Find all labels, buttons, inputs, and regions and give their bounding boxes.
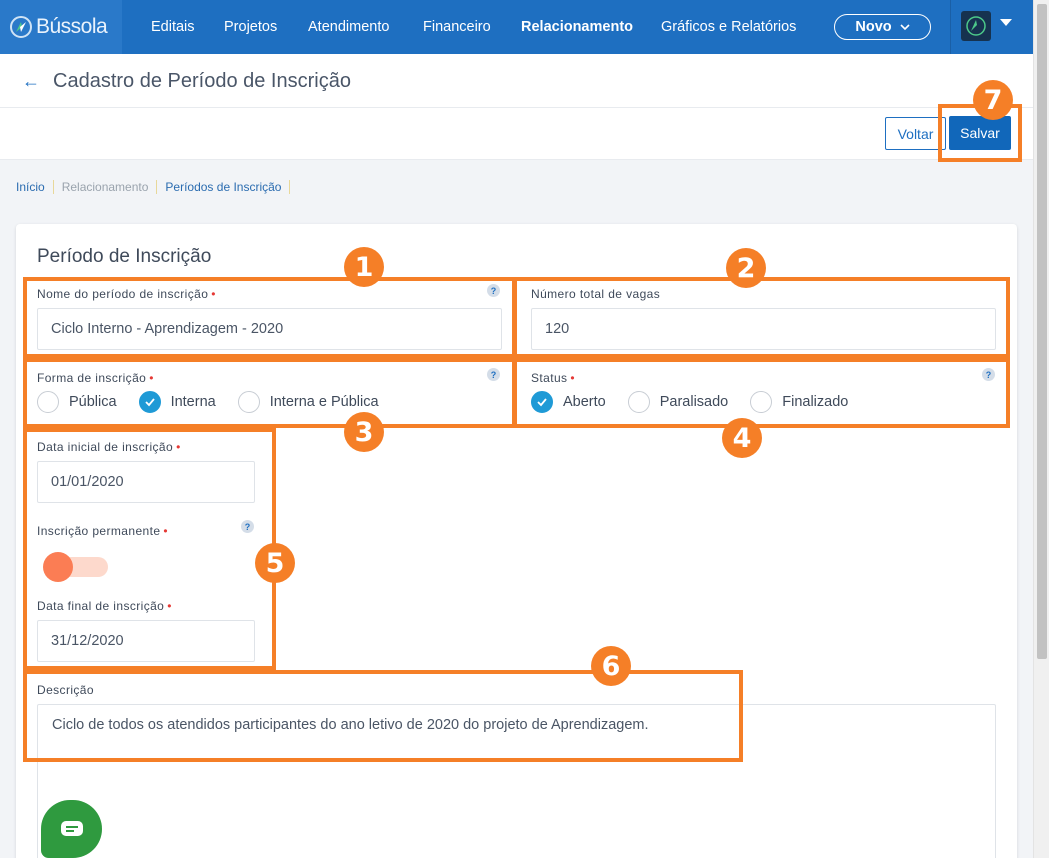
page-title: Cadastro de Período de Inscrição	[53, 70, 351, 92]
caret-down-icon[interactable]	[1000, 19, 1012, 26]
descricao-textarea[interactable]: Ciclo de todos os atendidos participante…	[37, 704, 996, 858]
forma-radio-group: Pública Interna Interna e Pública	[37, 391, 401, 413]
data-final-input[interactable]: 31/12/2020	[37, 620, 255, 662]
help-icon[interactable]: ?	[487, 368, 500, 381]
compass-icon	[966, 16, 986, 36]
radio-paralisado[interactable]	[627, 391, 650, 413]
annotation-badge-5: 5	[255, 543, 295, 583]
brand-name: Bússola	[36, 15, 108, 38]
nav-financeiro[interactable]: Financeiro	[423, 0, 491, 54]
data-inicial-input[interactable]: 01/01/2020	[37, 461, 255, 503]
permanente-label: Inscrição permanente •	[37, 524, 169, 538]
vagas-label: Número total de vagas	[531, 287, 661, 301]
chat-icon	[60, 821, 83, 836]
nav-divider	[950, 0, 951, 54]
card-title: Período de Inscrição	[37, 246, 212, 267]
novo-button[interactable]: Novo	[834, 14, 931, 40]
page-header: ← Cadastro de Período de Inscrição	[0, 54, 1033, 108]
avatar[interactable]	[961, 11, 991, 41]
radio-aberto-label: Aberto	[563, 394, 606, 410]
annotation-badge-3: 3	[344, 412, 384, 452]
radio-interna-publica[interactable]	[237, 391, 260, 413]
help-icon[interactable]: ?	[487, 284, 500, 297]
nome-label: Nome do período de inscrição •	[37, 287, 216, 301]
back-arrow-icon[interactable]: ←	[22, 71, 40, 92]
nav-projetos[interactable]: Projetos	[224, 0, 277, 54]
radio-interna-label: Interna	[170, 394, 216, 410]
radio-aberto[interactable]	[531, 391, 553, 413]
radio-interna[interactable]	[138, 391, 161, 413]
annotation-badge-7: 7	[973, 80, 1013, 120]
nav-atendimento[interactable]: Atendimento	[308, 0, 389, 54]
status-radio-group: Aberto Paralisado Finalizado	[531, 391, 870, 413]
annotation-badge-4: 4	[722, 418, 762, 458]
scrollbar[interactable]	[1033, 0, 1049, 858]
annotation-badge-2: 2	[726, 248, 766, 288]
nome-input[interactable]: Ciclo Interno - Aprendizagem - 2020	[37, 308, 502, 350]
novo-label: Novo	[855, 19, 892, 35]
check-icon	[537, 398, 547, 407]
breadcrumb-inicio[interactable]: Início	[16, 180, 54, 194]
toggle-knob[interactable]	[43, 552, 73, 582]
salvar-button[interactable]: Salvar	[949, 116, 1011, 150]
nav-relacionamento[interactable]: Relacionamento	[521, 0, 633, 54]
voltar-button[interactable]: Voltar	[885, 117, 946, 150]
chat-button[interactable]	[41, 800, 102, 858]
radio-publica-label: Pública	[69, 394, 117, 410]
vagas-input[interactable]: 120	[531, 308, 996, 350]
radio-interna-publica-label: Interna e Pública	[269, 394, 379, 410]
annotation-badge-6: 6	[591, 646, 631, 686]
breadcrumb-relacionamento[interactable]: Relacionamento	[62, 180, 158, 194]
nav-editais[interactable]: Editais	[151, 0, 195, 54]
forma-label: Forma de inscrição •	[37, 371, 154, 385]
data-inicial-label: Data inicial de inscrição •	[37, 440, 181, 454]
breadcrumb-periodos[interactable]: Períodos de Inscrição	[165, 180, 291, 194]
help-icon[interactable]: ?	[982, 368, 995, 381]
data-final-label: Data final de inscrição •	[37, 599, 172, 613]
chevron-down-icon	[900, 23, 910, 30]
action-bar	[0, 108, 1033, 160]
radio-finalizado-label: Finalizado	[782, 394, 849, 410]
nav-graficos-relatorios[interactable]: Gráficos e Relatórios	[661, 0, 796, 54]
radio-finalizado[interactable]	[750, 391, 773, 413]
top-navbar: Bússola Editais Projetos Atendimento Fin…	[0, 0, 1033, 54]
brand-logo-link[interactable]: Bússola	[0, 0, 122, 54]
annotation-badge-1: 1	[344, 247, 384, 287]
descricao-label: Descrição	[37, 683, 94, 697]
help-icon[interactable]: ?	[241, 520, 254, 533]
breadcrumb: Início Relacionamento Períodos de Inscri…	[16, 180, 298, 194]
scroll-thumb[interactable]	[1037, 4, 1047, 659]
radio-paralisado-label: Paralisado	[659, 394, 729, 410]
compass-icon	[10, 16, 32, 38]
check-icon	[144, 398, 155, 407]
status-label: Status •	[531, 371, 576, 385]
radio-publica[interactable]	[37, 391, 59, 413]
